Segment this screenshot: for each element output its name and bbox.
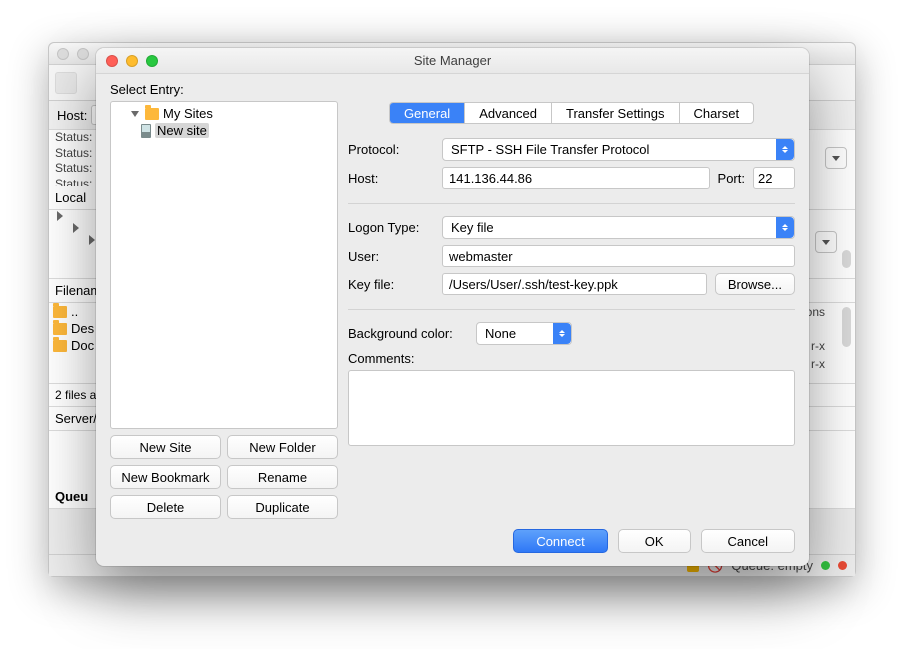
- host-label: Host:: [57, 108, 87, 123]
- new-bookmark-button[interactable]: New Bookmark: [110, 465, 221, 489]
- user-label: User:: [348, 249, 434, 264]
- host-input[interactable]: [442, 167, 710, 189]
- permissions: r-x: [811, 357, 825, 371]
- tabs: General Advanced Transfer Settings Chars…: [389, 102, 754, 124]
- cancel-button[interactable]: Cancel: [701, 529, 795, 553]
- folder-icon: [145, 108, 159, 120]
- user-input[interactable]: [442, 245, 795, 267]
- comments-label: Comments:: [348, 351, 795, 366]
- keyfile-input[interactable]: [442, 273, 707, 295]
- status-dot-red-icon: [838, 561, 847, 570]
- new-site-button[interactable]: New Site: [110, 435, 221, 459]
- rename-button[interactable]: Rename: [227, 465, 338, 489]
- select-carets-icon: [553, 323, 571, 344]
- dialog-titlebar: Site Manager: [96, 48, 809, 74]
- protocol-value: SFTP - SSH File Transfer Protocol: [451, 142, 649, 157]
- status-dot-green-icon: [821, 561, 830, 570]
- folder-icon: [53, 323, 67, 335]
- protocol-label: Protocol:: [348, 142, 434, 157]
- dropdown-button[interactable]: [825, 147, 847, 169]
- chevron-down-icon: [832, 156, 840, 161]
- bgcolor-value: None: [485, 326, 516, 341]
- host-label: Host:: [348, 171, 434, 186]
- scrollbar[interactable]: [842, 250, 851, 268]
- site-tree[interactable]: My Sites New site: [110, 101, 338, 429]
- duplicate-button[interactable]: Duplicate: [227, 495, 338, 519]
- site-manager-dialog: Site Manager Select Entry: My Sites New …: [96, 48, 809, 566]
- select-entry-label: Select Entry:: [110, 82, 338, 97]
- tab-transfer-settings[interactable]: Transfer Settings: [552, 103, 680, 123]
- toolbar-button[interactable]: [55, 72, 77, 94]
- tree-root[interactable]: My Sites: [113, 105, 335, 122]
- disclosure-triangle-icon[interactable]: [131, 111, 139, 117]
- tab-advanced[interactable]: Advanced: [465, 103, 552, 123]
- select-carets-icon: [776, 139, 794, 160]
- tree-root-label: My Sites: [163, 106, 213, 121]
- port-label: Port:: [718, 171, 745, 186]
- site-icon: [141, 124, 151, 138]
- minimize-icon[interactable]: [126, 55, 138, 67]
- tab-general[interactable]: General: [390, 103, 465, 123]
- browse-button[interactable]: Browse...: [715, 273, 795, 295]
- connect-button[interactable]: Connect: [513, 529, 607, 553]
- dropdown-button[interactable]: [815, 231, 837, 253]
- select-carets-icon: [776, 217, 794, 238]
- ok-button[interactable]: OK: [618, 529, 691, 553]
- folder-icon: [53, 306, 67, 318]
- close-icon[interactable]: [106, 55, 118, 67]
- tree-site-label: New site: [155, 123, 209, 138]
- tree-site[interactable]: New site: [113, 122, 335, 139]
- logon-type-select[interactable]: Key file: [442, 216, 795, 239]
- comments-textarea[interactable]: [348, 370, 795, 446]
- disclosure-icon[interactable]: [57, 211, 63, 221]
- permissions: r-x: [811, 339, 825, 353]
- port-input[interactable]: [753, 167, 795, 189]
- zoom-icon[interactable]: [146, 55, 158, 67]
- logon-type-value: Key file: [451, 220, 494, 235]
- delete-button[interactable]: Delete: [110, 495, 221, 519]
- disclosure-icon[interactable]: [89, 235, 95, 245]
- keyfile-label: Key file:: [348, 277, 434, 292]
- bgcolor-select[interactable]: None: [476, 322, 572, 345]
- new-folder-button[interactable]: New Folder: [227, 435, 338, 459]
- dialog-title: Site Manager: [414, 53, 491, 68]
- protocol-select[interactable]: SFTP - SSH File Transfer Protocol: [442, 138, 795, 161]
- logon-type-label: Logon Type:: [348, 220, 434, 235]
- disclosure-icon[interactable]: [73, 223, 79, 233]
- bgcolor-label: Background color:: [348, 326, 468, 341]
- chevron-down-icon: [822, 240, 830, 245]
- folder-icon: [53, 340, 67, 352]
- scrollbar[interactable]: [842, 307, 851, 347]
- tab-charset[interactable]: Charset: [680, 103, 754, 123]
